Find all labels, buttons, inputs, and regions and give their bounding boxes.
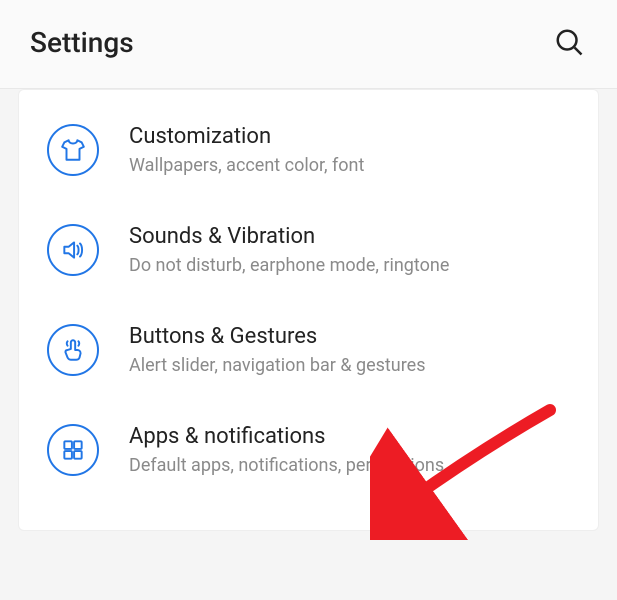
settings-list: Customization Wallpapers, accent color, … xyxy=(18,89,599,531)
settings-item-customization[interactable]: Customization Wallpapers, accent color, … xyxy=(19,100,598,200)
header-bar: Settings xyxy=(0,0,617,89)
settings-item-buttons[interactable]: Buttons & Gestures Alert slider, navigat… xyxy=(19,300,598,400)
apps-grid-icon xyxy=(60,437,86,463)
item-text: Sounds & Vibration Do not disturb, earph… xyxy=(129,224,570,276)
touch-icon xyxy=(60,337,86,363)
tshirt-icon xyxy=(60,137,86,163)
sounds-icon-circle xyxy=(47,224,99,276)
item-title: Sounds & Vibration xyxy=(129,224,570,249)
speaker-icon xyxy=(60,237,86,263)
page-title: Settings xyxy=(30,26,134,59)
search-button[interactable] xyxy=(551,24,587,60)
apps-icon-circle xyxy=(47,424,99,476)
settings-item-apps[interactable]: Apps & notifications Default apps, notif… xyxy=(19,400,598,500)
item-subtitle: Do not disturb, earphone mode, ringtone xyxy=(129,255,570,276)
customization-icon-circle xyxy=(47,124,99,176)
item-text: Customization Wallpapers, accent color, … xyxy=(129,124,570,176)
item-text: Buttons & Gestures Alert slider, navigat… xyxy=(129,324,570,376)
item-text: Apps & notifications Default apps, notif… xyxy=(129,424,570,476)
item-subtitle: Default apps, notifications, permissions xyxy=(129,455,570,476)
buttons-icon-circle xyxy=(47,324,99,376)
item-title: Buttons & Gestures xyxy=(129,324,570,349)
item-subtitle: Wallpapers, accent color, font xyxy=(129,155,570,176)
item-title: Apps & notifications xyxy=(129,424,570,449)
settings-item-sounds[interactable]: Sounds & Vibration Do not disturb, earph… xyxy=(19,200,598,300)
item-title: Customization xyxy=(129,124,570,149)
search-icon xyxy=(554,27,584,57)
item-subtitle: Alert slider, navigation bar & gestures xyxy=(129,355,570,376)
